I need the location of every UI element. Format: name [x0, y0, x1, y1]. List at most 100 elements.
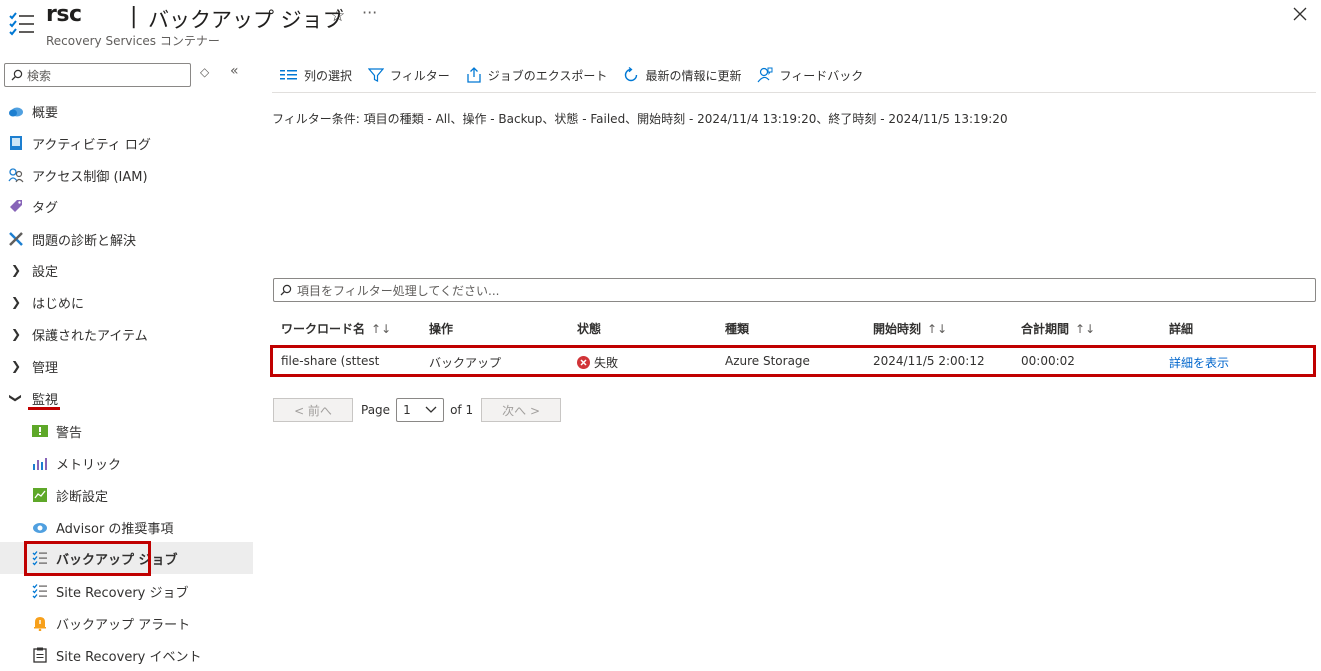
- sidebar-item-label: 診断設定: [56, 489, 109, 505]
- choose-columns-label: 列の選択: [304, 68, 353, 83]
- sidebar-item-label: アクセス制御 (IAM): [32, 169, 148, 185]
- sidebar-item-backup-alerts[interactable]: バックアップ アラート: [0, 607, 253, 639]
- page-select[interactable]: 1: [396, 398, 445, 422]
- column-header-details: 詳細: [1169, 322, 1194, 336]
- feedback-icon: [757, 67, 773, 83]
- sidebar-item-label: アクティビティ ログ: [32, 137, 151, 153]
- chevron-right-icon: ❯: [10, 295, 22, 309]
- search-icon: [11, 69, 23, 81]
- filter-description: フィルター条件: 項目の種類 - All、操作 - Backup、状態 - Fa…: [272, 112, 1008, 126]
- more-options-icon[interactable]: ···: [362, 3, 377, 22]
- close-icon[interactable]: [1292, 6, 1308, 22]
- sidebar-item-site-recovery-events[interactable]: Site Recovery イベント: [0, 639, 253, 671]
- page-select-value: 1: [403, 403, 411, 417]
- column-header-status: 状態: [577, 322, 602, 336]
- bell-icon: [32, 615, 48, 631]
- clipboard-icon: [32, 647, 48, 663]
- sidebar-item-settings[interactable]: ❯ 設定: [0, 254, 253, 286]
- sidebar-sort-icon[interactable]: ◇: [200, 65, 209, 79]
- sidebar-item-protected-items[interactable]: ❯ 保護されたアイテム: [0, 318, 253, 350]
- page-title: バックアップ ジョブ: [148, 8, 344, 32]
- job-list-icon: [32, 583, 48, 599]
- sidebar-item-overview[interactable]: 概要: [0, 95, 253, 127]
- sidebar-item-label: タグ: [32, 200, 59, 216]
- chevron-right-icon: ❯: [10, 263, 22, 277]
- feedback-button[interactable]: フィードバック: [757, 67, 863, 84]
- sidebar-item-advisor[interactable]: Advisor の推奨事項: [0, 511, 253, 543]
- column-header-operation: 操作: [429, 322, 454, 336]
- sidebar-search-placeholder: 検索: [27, 68, 52, 83]
- search-icon: [280, 284, 292, 296]
- export-jobs-label: ジョブのエクスポート: [487, 68, 608, 83]
- choose-columns-button[interactable]: 列の選択: [280, 67, 352, 84]
- chevron-right-icon: ❯: [10, 359, 22, 373]
- sidebar-item-manage[interactable]: ❯ 管理: [0, 350, 253, 382]
- sidebar-item-label: 概要: [32, 105, 59, 121]
- column-header-duration[interactable]: 合計期間 ↑↓: [1021, 320, 1095, 337]
- page-subtitle: Recovery Services コンテナー: [46, 34, 220, 48]
- sidebar-item-label: Site Recovery イベント: [56, 649, 202, 665]
- sidebar-item-alerts[interactable]: 警告: [0, 415, 253, 447]
- sort-icon[interactable]: ↑↓: [1075, 322, 1095, 336]
- sidebar-item-label: 設定: [32, 264, 59, 280]
- grid-filter-placeholder: 項目をフィルター処理してください...: [297, 283, 500, 298]
- sidebar-item-label: はじめに: [32, 296, 85, 312]
- column-header-start-time[interactable]: 開始時刻 ↑↓: [873, 320, 947, 337]
- refresh-label: 最新の情報に更新: [645, 68, 742, 83]
- sidebar-item-getting-started[interactable]: ❯ はじめに: [0, 286, 253, 318]
- sidebar-item-label: 警告: [56, 425, 83, 441]
- alert-icon: [32, 423, 48, 439]
- wrench-icon: [8, 231, 24, 247]
- backup-jobs-highlight: [24, 541, 151, 576]
- sidebar-collapse-icon[interactable]: «: [230, 63, 239, 79]
- grid-filter-input[interactable]: 項目をフィルター処理してください...: [273, 278, 1316, 302]
- filter-icon: [368, 68, 385, 82]
- toolbar-divider: [272, 92, 1316, 93]
- sidebar-item-label: 管理: [32, 360, 59, 376]
- diagnostic-icon: [32, 487, 48, 503]
- title-separator: |: [130, 4, 138, 29]
- advisor-icon: [32, 519, 48, 535]
- sort-icon[interactable]: ↑↓: [927, 322, 947, 336]
- feedback-label: フィードバック: [779, 68, 864, 83]
- sidebar-item-diagnose[interactable]: 問題の診断と解決: [0, 223, 253, 255]
- sidebar-item-label: Site Recovery ジョブ: [56, 585, 189, 601]
- resource-icon: [8, 10, 36, 38]
- sidebar-item-label: 保護されたアイテム: [32, 328, 148, 344]
- sidebar-item-label: メトリック: [56, 457, 122, 473]
- prev-page-button[interactable]: < 前へ: [273, 398, 353, 422]
- favorite-star-icon[interactable]: ☆: [330, 6, 345, 26]
- command-bar: 列の選択 フィルター ジョブのエクスポート 最新の情報に更新 フィードバック: [280, 63, 879, 87]
- sidebar-item-label: Advisor の推奨事項: [56, 521, 174, 537]
- filter-label: フィルター: [390, 68, 450, 83]
- monitoring-underline: [28, 407, 60, 410]
- sort-icon[interactable]: ↑↓: [371, 322, 391, 336]
- filter-button[interactable]: フィルター: [368, 67, 450, 84]
- export-icon: [467, 67, 481, 83]
- column-header-workload[interactable]: ワークロード名 ↑↓: [281, 320, 391, 337]
- next-page-button[interactable]: 次へ >: [481, 398, 562, 422]
- page-label: Page: [361, 403, 391, 417]
- sidebar-item-site-recovery-jobs[interactable]: Site Recovery ジョブ: [0, 575, 253, 607]
- sidebar-item-diagnostic-settings[interactable]: 診断設定: [0, 479, 253, 511]
- export-jobs-button[interactable]: ジョブのエクスポート: [466, 67, 608, 84]
- row-highlight: [270, 345, 1316, 377]
- refresh-button[interactable]: 最新の情報に更新: [623, 67, 741, 84]
- chevron-down-icon: [425, 406, 437, 413]
- sidebar-item-iam[interactable]: アクセス制御 (IAM): [0, 159, 253, 191]
- page-count-label: of 1: [450, 403, 474, 417]
- tag-icon: [8, 198, 24, 214]
- sidebar-item-tags[interactable]: タグ: [0, 190, 253, 222]
- columns-icon: [280, 70, 297, 80]
- sidebar-search-input[interactable]: 検索: [4, 63, 191, 87]
- sidebar-item-label: 問題の診断と解決: [32, 233, 137, 249]
- column-header-type: 種類: [725, 322, 750, 336]
- sidebar-item-activity-log[interactable]: アクティビティ ログ: [0, 127, 253, 159]
- people-icon: [8, 167, 24, 183]
- sidebar-item-label: 監視: [32, 392, 59, 408]
- chevron-right-icon: ❯: [10, 327, 22, 341]
- cloud-icon: [8, 103, 24, 119]
- sidebar-item-metrics[interactable]: メトリック: [0, 447, 253, 479]
- log-icon: [8, 135, 24, 151]
- pager: < 前へ Page 1 of 1 次へ >: [273, 398, 562, 422]
